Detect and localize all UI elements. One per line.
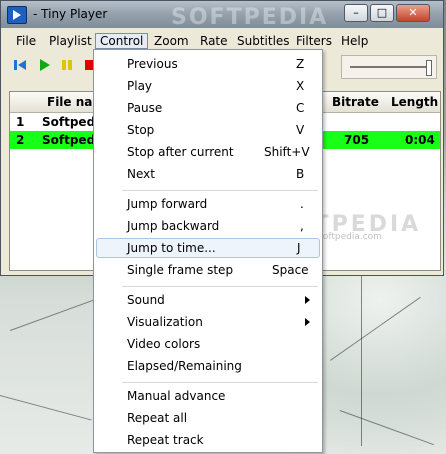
menu-item-sound[interactable]: Sound [96,290,320,310]
menu-item-play[interactable]: Play X [96,76,320,96]
menu-item-jump-forward[interactable]: Jump forward . [96,194,320,214]
submenu-arrow-icon [305,318,310,326]
menu-item-shortcut: V [296,123,305,137]
menu-item-label: Elapsed/Remaining [127,359,242,373]
menu-item-shortcut: J [297,241,301,255]
track-length: 0:04 [405,133,435,147]
menu-item-jump-to-time[interactable]: Jump to time... J [96,238,320,258]
play-icon[interactable] [38,58,52,72]
maximize-button[interactable]: □ [370,4,394,22]
menu-item-label: Play [127,79,153,93]
column-file-name[interactable]: File nar [47,95,98,109]
menu-item-label: Single frame step [127,263,234,277]
menu-item-stop-after-current[interactable]: Stop after current Shift+V [96,142,320,162]
menu-item-label: Sound [127,293,165,307]
control-menu-dropdown: Previous Z Play X Pause C Stop V Stop af… [93,49,323,453]
menu-item-label: Stop [127,123,155,137]
track-bitrate: 705 [344,133,370,147]
menu-item-elapsed-remaining[interactable]: Elapsed/Remaining [96,356,320,376]
menu-item-label: Pause [127,101,163,115]
app-icon [7,6,27,24]
skip-back-icon[interactable] [13,58,27,72]
menu-playlist[interactable]: Playlist [49,34,92,48]
track-file-name: Softped [42,115,96,129]
menu-zoom[interactable]: Zoom [154,34,189,48]
menu-item-label: Repeat track [127,433,204,447]
menu-item-label: Previous [127,57,178,71]
menu-control[interactable]: Control [95,33,149,49]
menu-subtitles[interactable]: Subtitles [237,34,290,48]
menu-file[interactable]: File [16,34,36,48]
menu-item-single-frame-step[interactable]: Single frame step Space [96,260,320,280]
menu-item-next[interactable]: Next B [96,164,320,184]
title-bar[interactable]: - Tiny Player SOFTPEDIA – □ ✕ [1,1,443,30]
window-title: - Tiny Player [33,7,108,21]
menu-separator [122,382,318,383]
submenu-arrow-icon [305,296,310,304]
seek-slider[interactable] [341,55,437,79]
menu-item-previous[interactable]: Previous Z [96,54,320,74]
menu-item-label: Manual advance [127,389,226,403]
menu-item-shortcut: Space [272,263,309,277]
column-length[interactable]: Length [391,95,438,109]
menu-item-shortcut: Shift+V [264,145,310,159]
menu-item-shortcut: X [296,79,305,93]
menu-separator [122,190,318,191]
menu-item-shortcut: . [300,197,304,211]
column-bitrate[interactable]: Bitrate [332,95,379,109]
seek-track [350,66,426,68]
seek-thumb[interactable] [426,60,432,76]
menu-item-jump-backward[interactable]: Jump backward , [96,216,320,236]
menu-item-label: Repeat all [127,411,188,425]
menu-item-label: Video colors [127,337,201,351]
pause-icon[interactable] [60,58,74,72]
menu-item-label: Stop after current [127,145,234,159]
track-number: 1 [16,115,25,129]
menu-item-label: Jump forward [127,197,208,211]
menu-rate[interactable]: Rate [200,34,228,48]
menu-item-shortcut: C [296,101,305,115]
menu-item-label: Jump to time... [127,241,216,255]
menu-item-label: Jump backward [127,219,220,233]
menu-item-label: Visualization [127,315,203,329]
menu-filters[interactable]: Filters [296,34,332,48]
menu-item-shortcut: B [296,167,305,181]
minimize-button[interactable]: – [344,4,368,22]
menu-item-manual-advance[interactable]: Manual advance [96,386,320,406]
menu-item-video-colors[interactable]: Video colors [96,334,320,354]
track-file-name: Softped [42,133,96,147]
menu-item-label: Next [127,167,155,181]
menu-help[interactable]: Help [341,34,368,48]
menu-item-stop[interactable]: Stop V [96,120,320,140]
menu-separator [122,286,318,287]
menu-item-repeat-track[interactable]: Repeat track [96,430,320,450]
menu-item-visualization[interactable]: Visualization [96,312,320,332]
close-button[interactable]: ✕ [396,4,430,22]
menu-item-shortcut: , [300,219,304,233]
menu-item-repeat-all[interactable]: Repeat all [96,408,320,428]
background-trunk [361,276,362,446]
menu-item-pause[interactable]: Pause C [96,98,320,118]
menu-item-shortcut: Z [296,57,305,71]
track-number: 2 [16,133,25,147]
title-watermark: SOFTPEDIA [171,5,329,30]
